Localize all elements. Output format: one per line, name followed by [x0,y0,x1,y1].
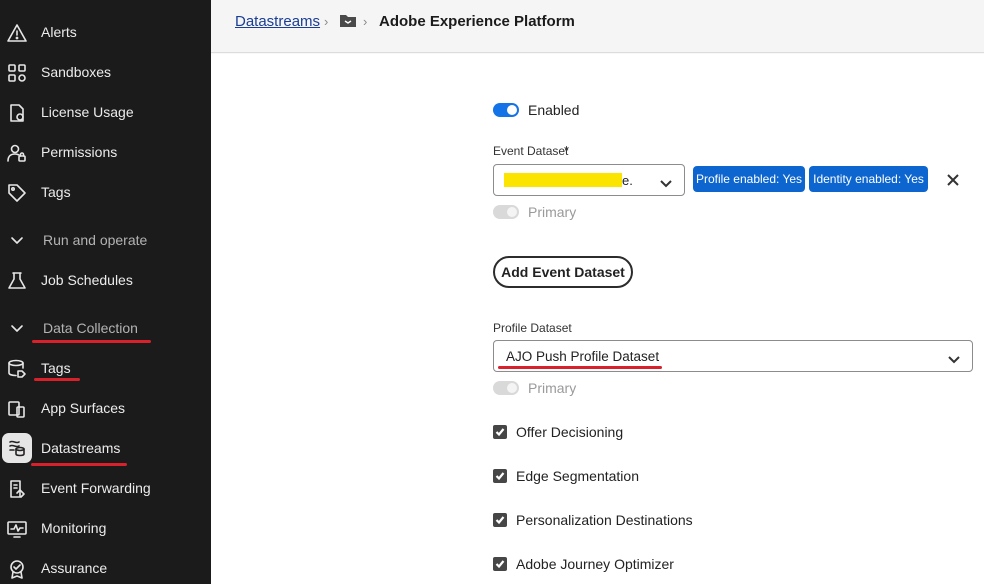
edge-segmentation-label: Edge Segmentation [516,468,639,484]
sidebar-item-label: Sandboxes [41,64,112,80]
adobe-journey-optimizer-checkbox[interactable] [493,557,507,571]
sidebar-item-license-usage[interactable]: License Usage [0,94,211,130]
offer-decisioning-checkbox[interactable] [493,425,507,439]
annotation-underline [32,340,151,343]
flask-icon [6,270,28,292]
chevron-down-icon [660,175,672,188]
sidebar-item-tags[interactable]: Tags [0,174,211,210]
sidebar-item-assurance[interactable]: Assurance [0,550,211,584]
profile-dataset-value: AJO Push Profile Dataset [506,349,660,364]
breadcrumb-datastreams-link[interactable]: Datastreams [235,13,320,30]
devices-icon [6,398,28,420]
sidebar-item-label: Tags [41,360,71,376]
event-dataset-value-suffix: e. [622,173,633,188]
sidebar-item-data-tags[interactable]: Tags [0,350,211,386]
personalization-destinations-label: Personalization Destinations [516,512,693,528]
event-primary-toggle[interactable] [493,205,519,219]
sidebar-item-label: Assurance [41,560,108,576]
adobe-journey-optimizer-label: Adobe Journey Optimizer [516,556,674,572]
sidebar-item-label: Tags [41,184,71,200]
folder-icon[interactable] [339,13,357,29]
enabled-toggle[interactable] [493,103,519,117]
section-run-and-operate[interactable]: Run and operate [0,222,211,258]
event-dataset-select[interactable]: e. [493,164,685,196]
add-event-dataset-button[interactable]: Add Event Dataset [493,256,633,288]
chevron-down-icon [948,351,960,364]
page-header: Datastreams › › Adobe Experience Platfor… [211,0,984,53]
section-label: Run and operate [43,232,148,248]
close-icon[interactable] [945,172,961,188]
sandboxes-icon [6,62,28,84]
tag-icon [6,182,28,204]
sidebar-item-alerts[interactable]: Alerts [0,14,211,50]
sidebar-item-monitoring[interactable]: Monitoring [0,510,211,546]
sidebar-item-label: Datastreams [41,440,121,456]
sidebar-item-label: Permissions [41,144,118,160]
offer-decisioning-label: Offer Decisioning [516,424,624,440]
sidebar-item-label: License Usage [41,104,134,120]
sidebar-item-sandboxes[interactable]: Sandboxes [0,54,211,90]
sidebar: Alerts Sandboxes License Usage Permissio… [0,0,211,584]
redacted-value [504,173,622,187]
profile-primary-label: Primary [528,380,577,396]
sidebar-item-app-surfaces[interactable]: App Surfaces [0,390,211,426]
profile-enabled-badge: Profile enabled: Yes [693,166,805,192]
event-primary-label: Primary [528,204,577,220]
personalization-destinations-checkbox[interactable] [493,513,507,527]
annotation-underline [498,366,662,369]
breadcrumb-separator: › [324,14,329,29]
sidebar-item-datastreams[interactable]: Datastreams [0,430,211,466]
chevron-down-icon [10,233,24,247]
chevron-down-icon [10,321,24,335]
profile-primary-toggle[interactable] [493,381,519,395]
sidebar-item-label: Job Schedules [41,272,133,288]
license-icon [6,102,28,124]
identity-enabled-badge: Identity enabled: Yes [809,166,928,192]
event-forwarding-icon [6,478,28,500]
annotation-underline [34,378,80,381]
alert-icon [6,22,28,44]
sidebar-item-label: Monitoring [41,520,107,536]
section-label: Data Collection [43,320,138,336]
breadcrumb-separator: › [363,14,368,29]
annotation-underline [31,463,127,466]
event-dataset-label: Event Dataset [493,144,569,158]
monitoring-icon [6,518,28,540]
permissions-icon [6,142,28,164]
sidebar-item-job-schedules[interactable]: Job Schedules [0,262,211,298]
profile-dataset-label: Profile Dataset [493,321,572,335]
main-content: Enabled Event Dataset * e. Profile enabl… [211,54,984,584]
database-tag-icon [6,358,28,380]
page-title: Adobe Experience Platform [379,13,575,30]
sidebar-item-label: App Surfaces [41,400,126,416]
required-mark: * [564,143,570,158]
edge-segmentation-checkbox[interactable] [493,469,507,483]
datastreams-icon [2,433,32,463]
sidebar-item-permissions[interactable]: Permissions [0,134,211,170]
enabled-label: Enabled [528,102,580,118]
assurance-icon [6,558,28,580]
sidebar-item-label: Event Forwarding [41,480,151,496]
sidebar-item-event-forwarding[interactable]: Event Forwarding [0,470,211,506]
sidebar-item-label: Alerts [41,24,77,40]
